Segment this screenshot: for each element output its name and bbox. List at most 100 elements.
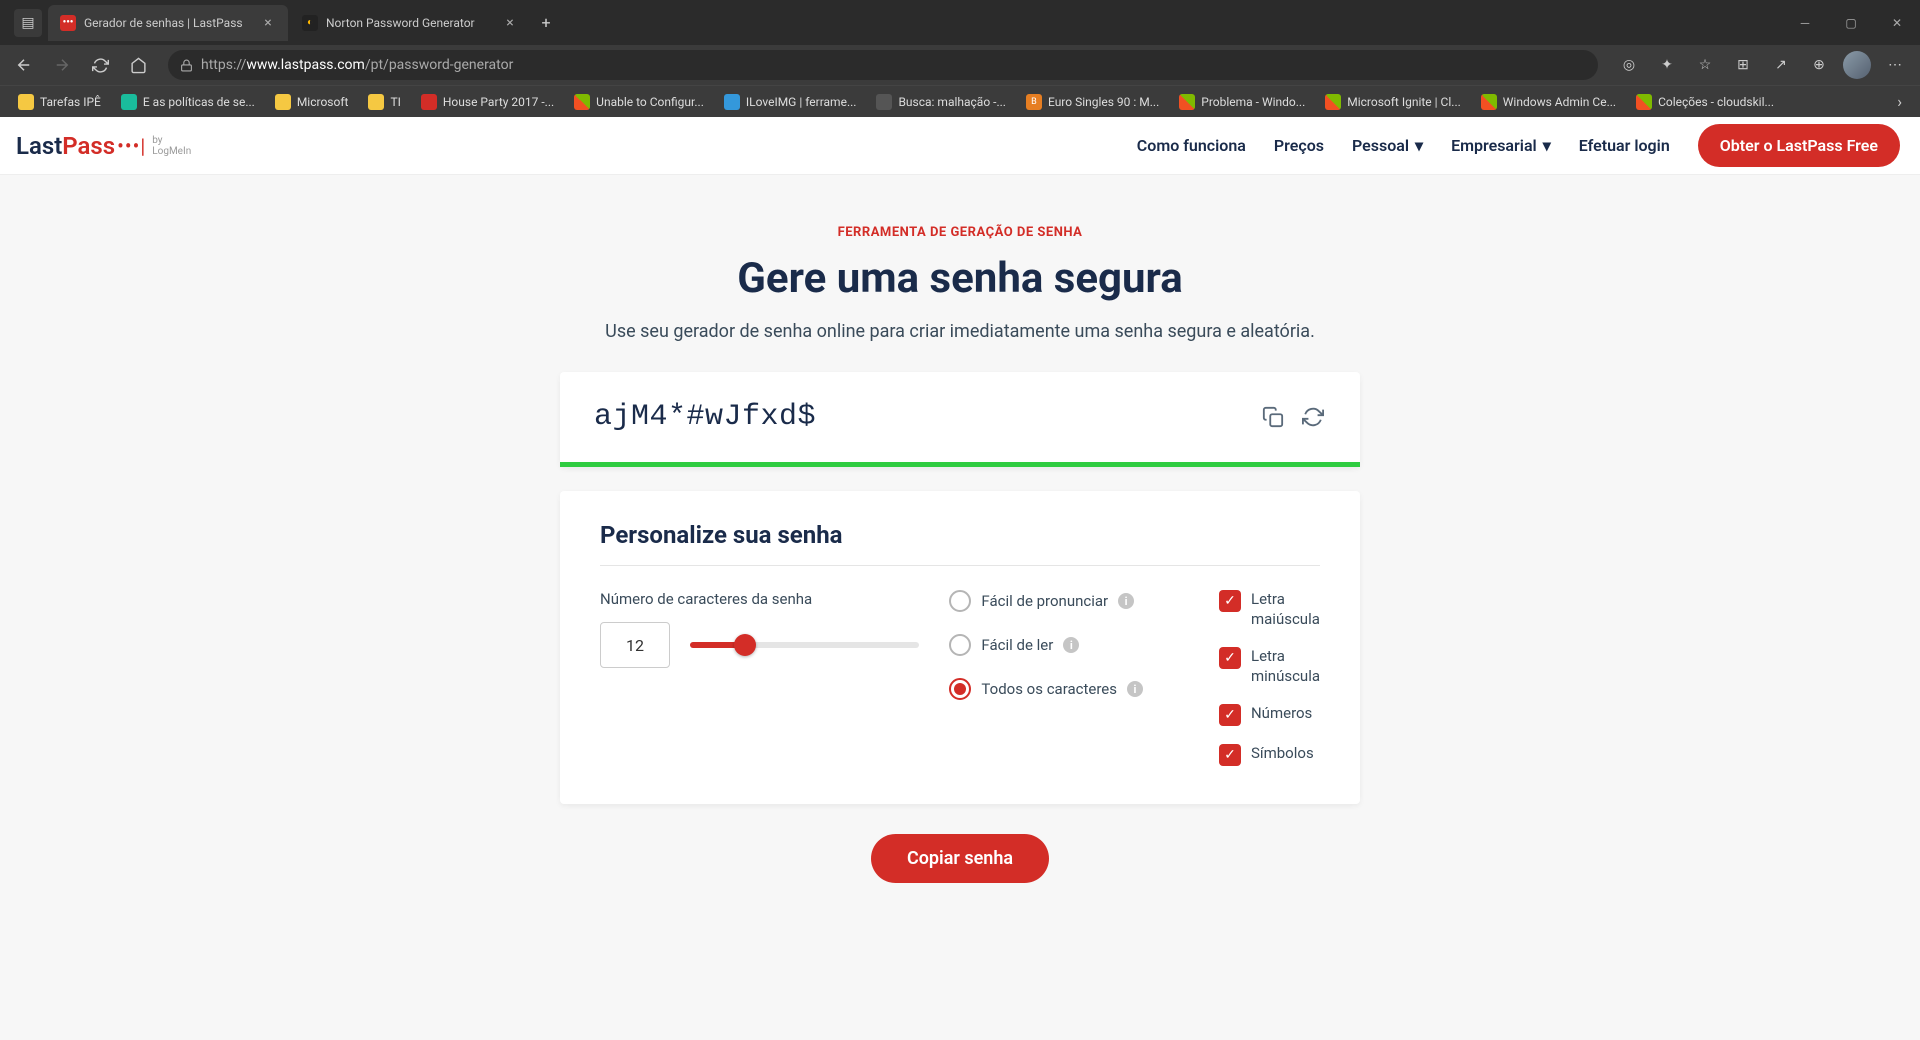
- radio-easy-say[interactable]: Fácil de pronunciar i: [949, 590, 1189, 612]
- length-label: Número de caracteres da senha: [600, 590, 919, 608]
- site-icon: [724, 94, 740, 110]
- share-icon[interactable]: ↗: [1764, 49, 1798, 81]
- url-text: https://www.lastpass.com/pt/password-gen…: [201, 57, 513, 73]
- bookmark-item[interactable]: Coleções - cloudskil...: [1628, 90, 1782, 114]
- password-display-card: ajM4*#wJfxd$: [560, 372, 1360, 467]
- cta-get-free-button[interactable]: Obter o LastPass Free: [1698, 124, 1900, 167]
- home-button[interactable]: [122, 49, 154, 81]
- checkbox-icon: ✓: [1219, 647, 1241, 669]
- check-symbols[interactable]: ✓ Símbolos: [1219, 744, 1320, 766]
- bookmark-item[interactable]: Windows Admin Ce...: [1473, 90, 1624, 114]
- lock-icon: [180, 59, 193, 72]
- close-tab-icon[interactable]: ×: [260, 15, 276, 31]
- hero-eyebrow: FERRAMENTA DE GERAÇÃO DE SENHA: [510, 225, 1410, 240]
- radio-icon: [949, 590, 971, 612]
- address-bar[interactable]: https://www.lastpass.com/pt/password-gen…: [168, 50, 1598, 80]
- length-column: Número de caracteres da senha: [600, 590, 919, 766]
- bookmark-item[interactable]: Problema - Windo...: [1171, 90, 1313, 114]
- hero-subheading: Use seu gerador de senha online para cri…: [510, 321, 1410, 342]
- puzzle-icon[interactable]: ⊕: [1802, 49, 1836, 81]
- minimize-button[interactable]: ─: [1782, 7, 1828, 39]
- nav-login[interactable]: Efetuar login: [1579, 136, 1670, 155]
- regenerate-icon[interactable]: [1300, 404, 1326, 430]
- folder-icon: [18, 94, 34, 110]
- back-button[interactable]: [8, 49, 40, 81]
- site-icon: [121, 94, 137, 110]
- copy-icon[interactable]: [1260, 404, 1286, 430]
- checkbox-icon: ✓: [1219, 704, 1241, 726]
- close-tab-icon[interactable]: ×: [502, 15, 518, 31]
- options-title: Personalize sua senha: [600, 521, 1320, 566]
- checkbox-icon: ✓: [1219, 590, 1241, 612]
- site-icon: B: [1026, 94, 1042, 110]
- nav-empresarial[interactable]: Empresarial▾: [1451, 136, 1551, 155]
- tab-bar: ▤ ••• Gerador de senhas | LastPass × ◐ N…: [0, 0, 1782, 45]
- slider-thumb[interactable]: [734, 634, 756, 656]
- bookmark-item[interactable]: Microsoft: [267, 90, 357, 114]
- nav-como-funciona[interactable]: Como funciona: [1137, 136, 1246, 155]
- bookmark-item[interactable]: Busca: malhação -...: [868, 90, 1014, 114]
- browser-tab[interactable]: ◐ Norton Password Generator ×: [290, 5, 530, 41]
- nav-precos[interactable]: Preços: [1274, 136, 1324, 155]
- bookmark-item[interactable]: Unable to Configur...: [566, 90, 712, 114]
- info-icon[interactable]: i: [1063, 637, 1079, 653]
- charset-radios: Fácil de pronunciar i Fácil de ler i Tod…: [949, 590, 1189, 766]
- forward-button[interactable]: [46, 49, 78, 81]
- check-uppercase[interactable]: ✓ Letra maiúscula: [1219, 590, 1320, 629]
- check-numbers[interactable]: ✓ Números: [1219, 704, 1320, 726]
- password-display: ajM4*#wJfxd$: [560, 372, 1360, 467]
- nav-pessoal[interactable]: Pessoal▾: [1352, 136, 1423, 155]
- chevron-down-icon: ▾: [1415, 136, 1423, 155]
- copy-password-button[interactable]: Copiar senha: [871, 834, 1049, 883]
- tracking-icon[interactable]: ◎: [1612, 49, 1646, 81]
- app-menu-icon[interactable]: ▤: [14, 9, 42, 37]
- bookmark-item[interactable]: Tarefas IPÊ: [10, 90, 109, 114]
- toolbar-right: ◎ ✦ ☆ ⊞ ↗ ⊕ ⋯: [1612, 49, 1912, 81]
- check-lowercase[interactable]: ✓ Letra minúscula: [1219, 647, 1320, 686]
- bookmark-item[interactable]: TI: [360, 90, 408, 114]
- site-nav: Como funciona Preços Pessoal▾ Empresaria…: [1137, 124, 1900, 167]
- collections-icon[interactable]: ⊞: [1726, 49, 1760, 81]
- radio-icon: [949, 678, 971, 700]
- site-header: LastPass •••| byLogMeIn Como funciona Pr…: [0, 117, 1920, 175]
- bookmark-item[interactable]: Microsoft Ignite | Cl...: [1317, 90, 1469, 114]
- site-icon: [1179, 94, 1195, 110]
- length-input[interactable]: [600, 622, 670, 668]
- bookmark-item[interactable]: ILoveIMG | ferrame...: [716, 90, 865, 114]
- profile-avatar[interactable]: [1840, 49, 1874, 81]
- page-content: FERRAMENTA DE GERAÇÃO DE SENHA Gere uma …: [0, 175, 1920, 1040]
- bookmark-item[interactable]: E as políticas de se...: [113, 90, 263, 114]
- bookmarks-overflow-icon[interactable]: ›: [1889, 92, 1910, 111]
- new-tab-button[interactable]: +: [532, 9, 560, 37]
- lastpass-logo[interactable]: LastPass •••| byLogMeIn: [16, 132, 191, 160]
- close-window-button[interactable]: ✕: [1874, 7, 1920, 39]
- browser-titlebar: ▤ ••• Gerador de senhas | LastPass × ◐ N…: [0, 0, 1920, 45]
- favorites-icon[interactable]: ☆: [1688, 49, 1722, 81]
- maximize-button[interactable]: ▢: [1828, 7, 1874, 39]
- site-icon: [1325, 94, 1341, 110]
- extension-icon[interactable]: ✦: [1650, 49, 1684, 81]
- length-controls: [600, 622, 919, 668]
- length-slider[interactable]: [690, 642, 919, 648]
- site-icon: [574, 94, 590, 110]
- bookmarks-bar: Tarefas IPÊ E as políticas de se... Micr…: [0, 85, 1920, 117]
- hero-heading: Gere uma senha segura: [510, 254, 1410, 303]
- page-viewport: LastPass •••| byLogMeIn Como funciona Pr…: [0, 117, 1920, 1040]
- browser-tab-active[interactable]: ••• Gerador de senhas | LastPass ×: [48, 5, 288, 41]
- menu-icon[interactable]: ⋯: [1878, 49, 1912, 81]
- radio-easy-read[interactable]: Fácil de ler i: [949, 634, 1189, 656]
- radio-all-characters[interactable]: Todos os caracteres i: [949, 678, 1189, 700]
- info-icon[interactable]: i: [1127, 681, 1143, 697]
- char-type-checks: ✓ Letra maiúscula ✓ Letra minúscula ✓ Nú…: [1219, 590, 1320, 766]
- tab-title: Norton Password Generator: [326, 16, 502, 30]
- reload-button[interactable]: [84, 49, 116, 81]
- lastpass-favicon: •••: [60, 15, 76, 31]
- info-icon[interactable]: i: [1118, 593, 1134, 609]
- tab-title: Gerador de senhas | LastPass: [84, 16, 260, 30]
- norton-favicon: ◐: [302, 15, 318, 31]
- bookmark-item[interactable]: House Party 2017 -...: [413, 90, 562, 114]
- site-icon: [1636, 94, 1652, 110]
- radio-icon: [949, 634, 971, 656]
- bookmark-item[interactable]: BEuro Singles 90 : M...: [1018, 90, 1167, 114]
- checkbox-icon: ✓: [1219, 744, 1241, 766]
